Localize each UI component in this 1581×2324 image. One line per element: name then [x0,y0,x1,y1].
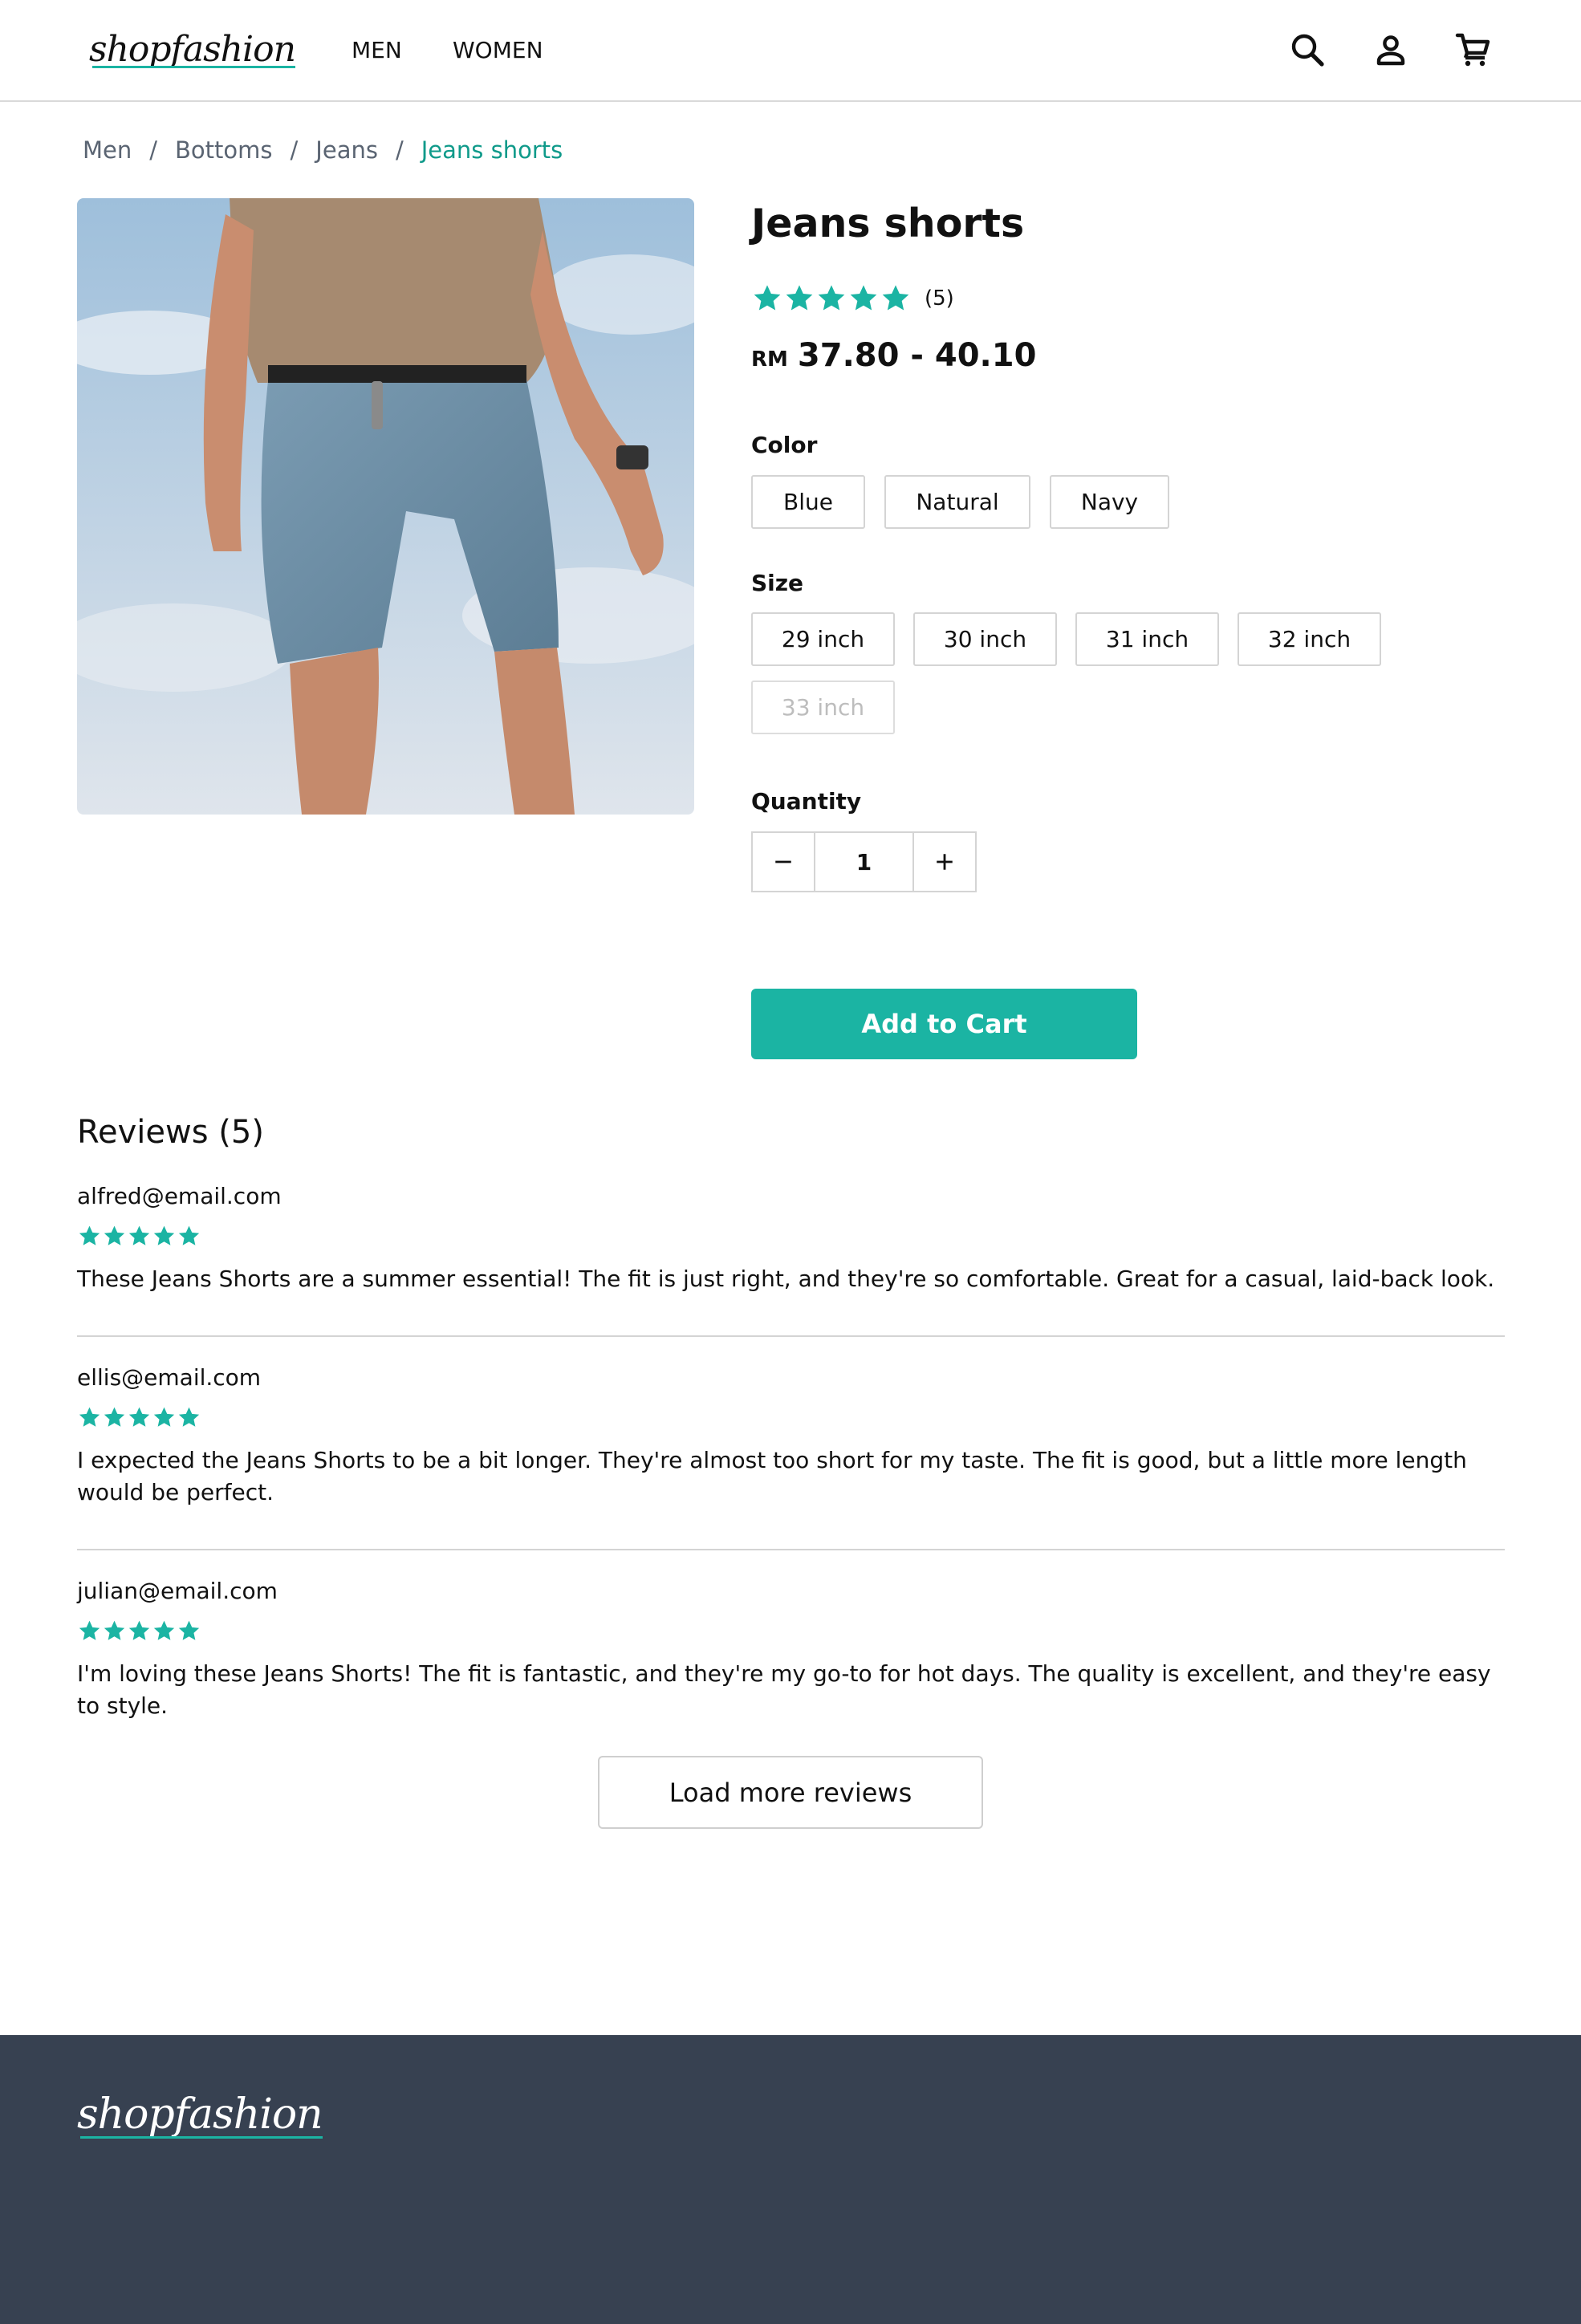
review-author: alfred@email.com [77,1183,282,1209]
quantity-input[interactable] [815,833,912,891]
product-price: RM 37.80 - 40.10 [751,337,1036,374]
star-icon [128,1225,150,1245]
review-divider [77,1549,1505,1550]
star-icon [104,1620,125,1640]
product-photo [77,198,694,815]
logo-text: shopfashion [89,29,296,70]
quantity-increase-button[interactable] [912,833,975,891]
color-label: Color [751,432,818,458]
star-icon [104,1225,125,1245]
add-to-cart-button[interactable]: Add to Cart [751,989,1137,1059]
review-item: julian@email.com I'm loving these Jeans … [77,1578,1505,1722]
cart-icon[interactable] [1454,30,1493,69]
size-option-30[interactable]: 30 inch [913,612,1057,666]
star-icon [178,1620,200,1640]
review-rating [77,1405,1505,1430]
quantity-stepper [751,831,977,892]
star-icon [153,1407,175,1427]
minus-icon [775,860,791,863]
site-footer: shopfashion [0,2035,1581,2324]
size-option-33: 33 inch [751,681,895,734]
review-item: ellis@email.com I expected the Jeans Sho… [77,1364,1505,1509]
product-image [77,198,694,815]
rating-count: (5) [925,286,954,311]
star-icon [79,1225,100,1245]
breadcrumb: Men / Bottoms / Jeans / Jeans shorts [83,136,563,164]
star-icon [754,285,781,311]
breadcrumb-separator: / [395,136,404,164]
review-rating [77,1619,1505,1643]
breadcrumb-separator: / [149,136,158,164]
site-header: shopfashion MEN WOMEN [0,0,1581,102]
breadcrumb-separator: / [290,136,299,164]
star-icon [153,1225,175,1245]
star-icon [882,285,909,311]
star-icon [128,1407,150,1427]
price-currency: RM [751,347,788,372]
footer-logo[interactable]: shopfashion [77,2090,323,2139]
review-text: I expected the Jeans Shorts to be a bit … [77,1447,1467,1505]
review-divider [77,1335,1505,1337]
star-icon [818,285,845,311]
reviews-heading: Reviews (5) [77,1114,264,1151]
star-icon [178,1407,200,1427]
size-option-32[interactable]: 32 inch [1238,612,1381,666]
footer-logo-underline [80,2136,323,2139]
star-icon [786,285,813,311]
review-text: I'm loving these Jeans Shorts! The fit i… [77,1660,1491,1719]
review-text: These Jeans Shorts are a summer essentia… [77,1266,1495,1292]
color-option-natural[interactable]: Natural [884,475,1030,529]
review-author: julian@email.com [77,1578,278,1604]
color-option-blue[interactable]: Blue [751,475,865,529]
star-icon [178,1225,200,1245]
site-logo[interactable]: shopfashion [89,29,296,70]
breadcrumb-bottoms[interactable]: Bottoms [175,136,272,164]
size-option-29[interactable]: 29 inch [751,612,895,666]
price-value: 37.80 - 40.10 [797,337,1037,374]
star-icon [79,1407,100,1427]
breadcrumb-men[interactable]: Men [83,136,132,164]
logo-underline [92,66,295,68]
breadcrumb-jeans[interactable]: Jeans [315,136,378,164]
plus-icon [937,854,953,870]
nav-women[interactable]: WOMEN [453,37,543,63]
size-option-31[interactable]: 31 inch [1075,612,1219,666]
footer-logo-text: shopfashion [77,2090,323,2139]
star-icon [153,1620,175,1640]
product-rating: (5) [751,282,954,315]
star-icon [79,1620,100,1640]
review-author: ellis@email.com [77,1364,262,1391]
user-icon[interactable] [1372,30,1410,69]
star-icon [104,1407,125,1427]
search-icon[interactable] [1288,30,1327,69]
review-rating [77,1224,1505,1249]
load-more-reviews-button[interactable]: Load more reviews [598,1756,983,1829]
nav-men[interactable]: MEN [352,37,402,63]
star-icon [850,285,877,311]
star-icon [128,1620,150,1640]
size-label: Size [751,570,804,596]
quantity-decrease-button[interactable] [753,833,815,891]
breadcrumb-current: Jeans shorts [421,136,563,164]
product-title: Jeans shorts [751,201,1025,246]
color-option-navy[interactable]: Navy [1050,475,1169,529]
review-item: alfred@email.com These Jeans Shorts are … [77,1183,1505,1295]
quantity-label: Quantity [751,788,862,815]
